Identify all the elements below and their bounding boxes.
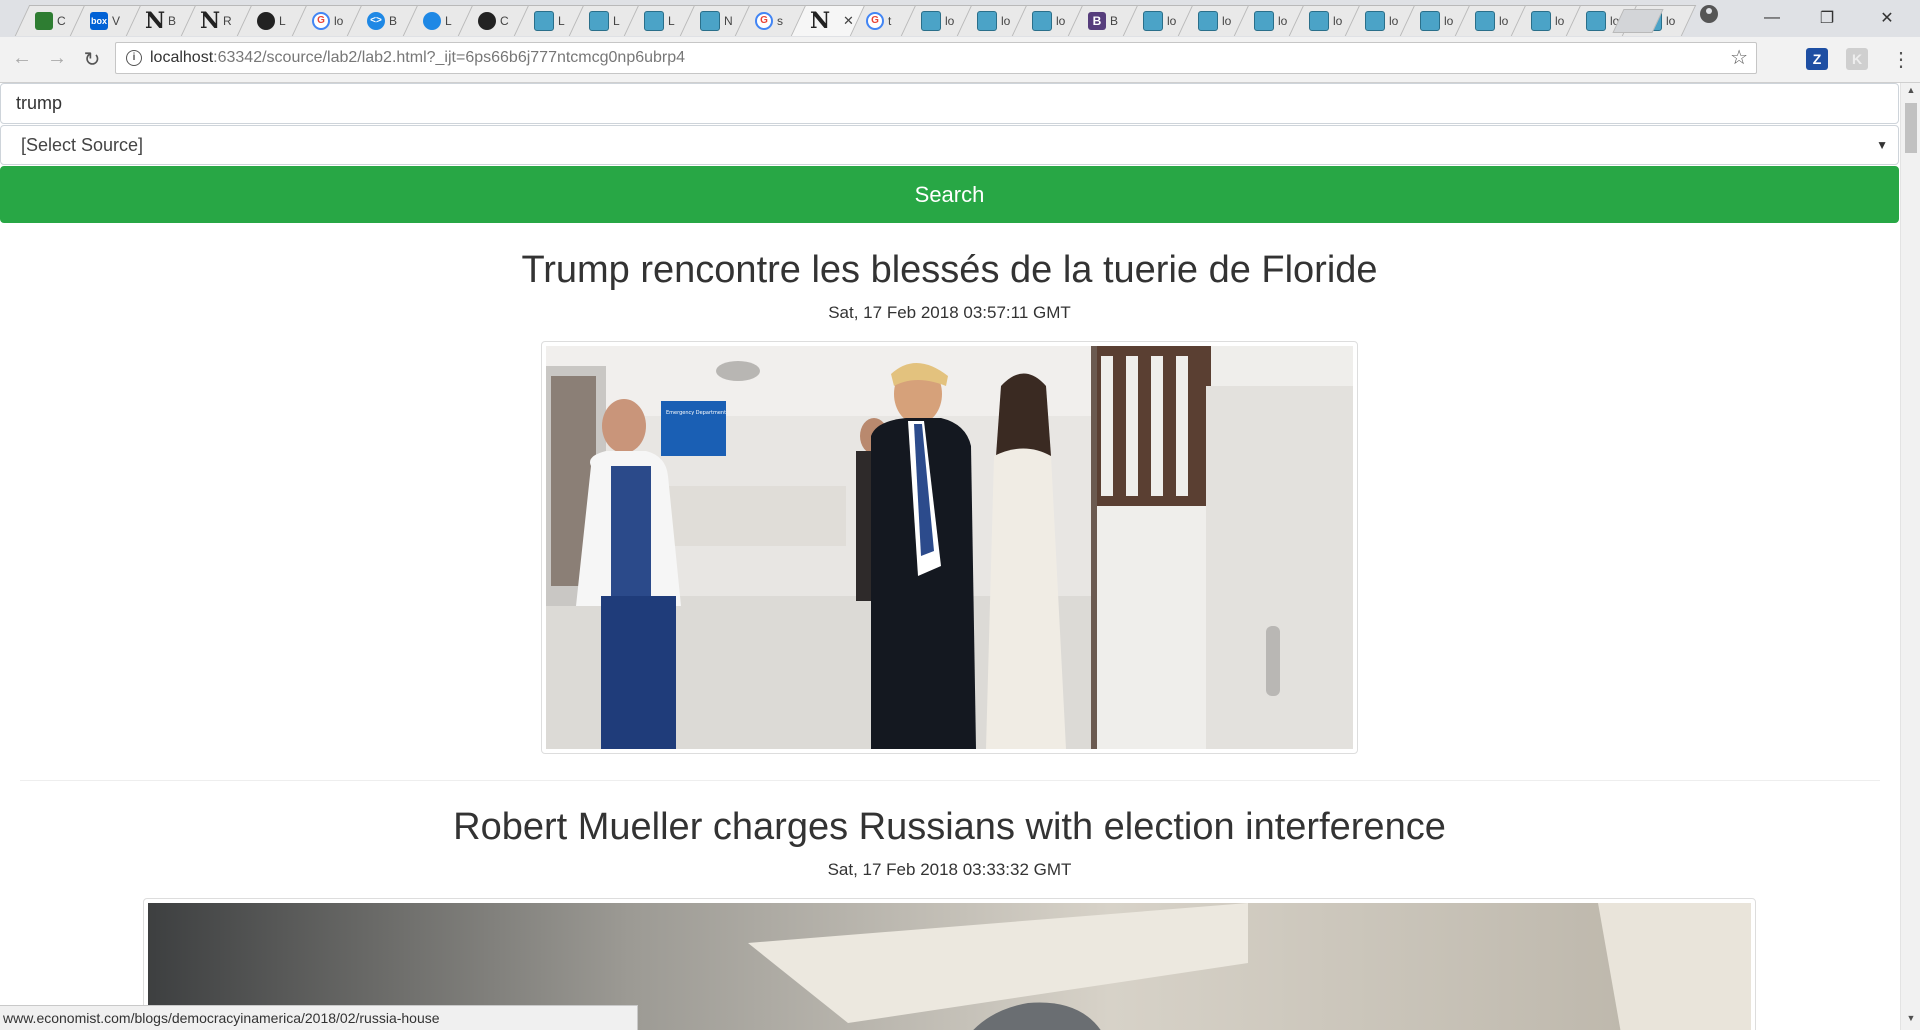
- tab-title: t: [888, 13, 892, 28]
- close-tab-icon[interactable]: ✕: [843, 13, 854, 29]
- drop-icon: [422, 11, 441, 30]
- tab-title: s: [777, 13, 784, 28]
- lab-icon: [1530, 10, 1551, 31]
- close-window-icon[interactable]: ✕: [1860, 0, 1914, 36]
- tab-title: N: [723, 13, 733, 28]
- lab-icon: [1032, 10, 1053, 31]
- article-image-frame[interactable]: Emergency Department: [541, 341, 1358, 754]
- tab-title: L: [278, 13, 286, 28]
- article-date: Sat, 17 Feb 2018 03:33:32 GMT: [827, 860, 1072, 879]
- sheets-icon: [35, 11, 53, 30]
- n-icon: N: [144, 7, 165, 34]
- google-icon: G: [866, 11, 884, 30]
- article-divider: [20, 780, 1880, 781]
- tab-title: lo: [1277, 13, 1288, 28]
- lab-icon: [1198, 10, 1219, 31]
- tab-title: lo: [1167, 13, 1177, 28]
- reload-icon[interactable]: ↻: [80, 47, 104, 72]
- lab-icon: [699, 10, 720, 31]
- lab-icon: [1364, 10, 1385, 31]
- minimize-icon[interactable]: —: [1745, 0, 1799, 36]
- page-scrollbar[interactable]: ▲ ▼: [1900, 83, 1920, 1030]
- tab-title: lo: [945, 13, 955, 28]
- lab-icon: [1475, 10, 1496, 31]
- search-query-input[interactable]: [0, 83, 1899, 124]
- source-select[interactable]: [Select Source] ▼: [0, 125, 1899, 165]
- tab-title: lo: [1000, 13, 1011, 28]
- zotero-extension-icon[interactable]: Z: [1806, 48, 1828, 70]
- lab-icon: [1253, 10, 1274, 31]
- extension-k-icon[interactable]: K: [1846, 48, 1868, 70]
- url-text: localhost:63342/scource/lab2/lab2.html?_…: [150, 49, 686, 66]
- tab-title: L: [613, 13, 620, 28]
- tab-title: V: [112, 13, 121, 28]
- bootstrap-icon: B: [1087, 11, 1106, 30]
- search-button[interactable]: Search: [0, 166, 1899, 223]
- scroll-up-icon[interactable]: ▲: [1901, 85, 1920, 95]
- tab-title: L: [668, 13, 676, 28]
- tab-title: lo: [334, 13, 344, 28]
- tab-title: lo: [1554, 13, 1565, 28]
- code-icon: <>: [367, 11, 386, 30]
- browser-tab[interactable]: N ✕: [790, 5, 865, 36]
- tab-title: lo: [1499, 13, 1509, 28]
- tab-title: B: [1109, 13, 1118, 28]
- tab-title: C: [57, 13, 66, 28]
- browser-toolbar: ← → ↻ i localhost:63342/scource/lab2/lab…: [0, 37, 1920, 83]
- back-icon[interactable]: ←: [10, 47, 34, 70]
- article-item: Robert Mueller charges Russians with ele…: [0, 804, 1899, 880]
- tab-title: C: [500, 13, 509, 28]
- dropdown-caret-icon: ▼: [1876, 138, 1888, 152]
- lab-icon: [976, 10, 997, 31]
- bookmark-star-icon[interactable]: ☆: [1730, 43, 1748, 73]
- lab-icon: [1143, 10, 1163, 31]
- article-photo-hospital: Emergency Department: [546, 346, 1353, 749]
- github-icon: [256, 11, 275, 30]
- lab-icon: [1420, 10, 1440, 31]
- tab-title: lo: [1444, 13, 1454, 28]
- tab-title: lo: [1222, 13, 1232, 28]
- google-icon: G: [312, 11, 330, 30]
- scroll-down-icon[interactable]: ▼: [1901, 1013, 1920, 1023]
- article-title[interactable]: Robert Mueller charges Russians with ele…: [0, 804, 1899, 850]
- n-icon: N: [200, 7, 221, 34]
- article-item: Trump rencontre les blessés de la tuerie…: [0, 247, 1899, 323]
- article-title[interactable]: Trump rencontre les blessés de la tuerie…: [0, 247, 1899, 293]
- lab-icon: [1309, 10, 1330, 31]
- lab-icon: [533, 10, 554, 31]
- site-info-icon[interactable]: i: [126, 50, 142, 66]
- page-content: [Select Source] ▼ Search Trump rencontre…: [0, 83, 1900, 1030]
- restore-icon[interactable]: ❐: [1800, 0, 1854, 36]
- tab-title: lo: [1665, 13, 1675, 28]
- browser-menu-icon[interactable]: ⋮: [1891, 47, 1911, 72]
- scroll-thumb[interactable]: [1905, 103, 1917, 153]
- source-select-value: [Select Source]: [21, 135, 144, 155]
- lab-icon: [921, 10, 942, 31]
- tab-title: lo: [1056, 13, 1066, 28]
- lab-icon: [644, 10, 665, 31]
- box-icon: box: [90, 11, 109, 30]
- n-icon: N: [809, 7, 830, 34]
- lab-icon: [589, 10, 609, 31]
- lab-icon: [1586, 10, 1607, 31]
- hospital-sign-text: Emergency Department: [666, 410, 726, 416]
- tab-title: lo: [1333, 13, 1343, 28]
- address-bar[interactable]: i localhost:63342/scource/lab2/lab2.html…: [115, 42, 1757, 74]
- link-status-bar: www.economist.com/blogs/democracyinameri…: [0, 1005, 638, 1030]
- google-icon: G: [755, 11, 774, 30]
- tab-content: N ✕: [799, 6, 857, 35]
- tab-title: L: [557, 13, 565, 28]
- tab-title: L: [444, 13, 452, 28]
- tab-title: B: [389, 13, 398, 28]
- tab-title: lo: [1388, 13, 1398, 28]
- tab-title: R: [223, 13, 232, 28]
- article-date: Sat, 17 Feb 2018 03:57:11 GMT: [828, 303, 1071, 322]
- profile-icon[interactable]: [1700, 5, 1718, 23]
- github-icon: [478, 11, 497, 30]
- forward-icon[interactable]: →: [45, 47, 69, 70]
- tab-strip: Cbox V N B N R L Glo <> B L C L L L N Gs N ✕ Gt lo lo lo B Blo lo…: [0, 0, 1920, 38]
- tab-title: B: [167, 13, 176, 28]
